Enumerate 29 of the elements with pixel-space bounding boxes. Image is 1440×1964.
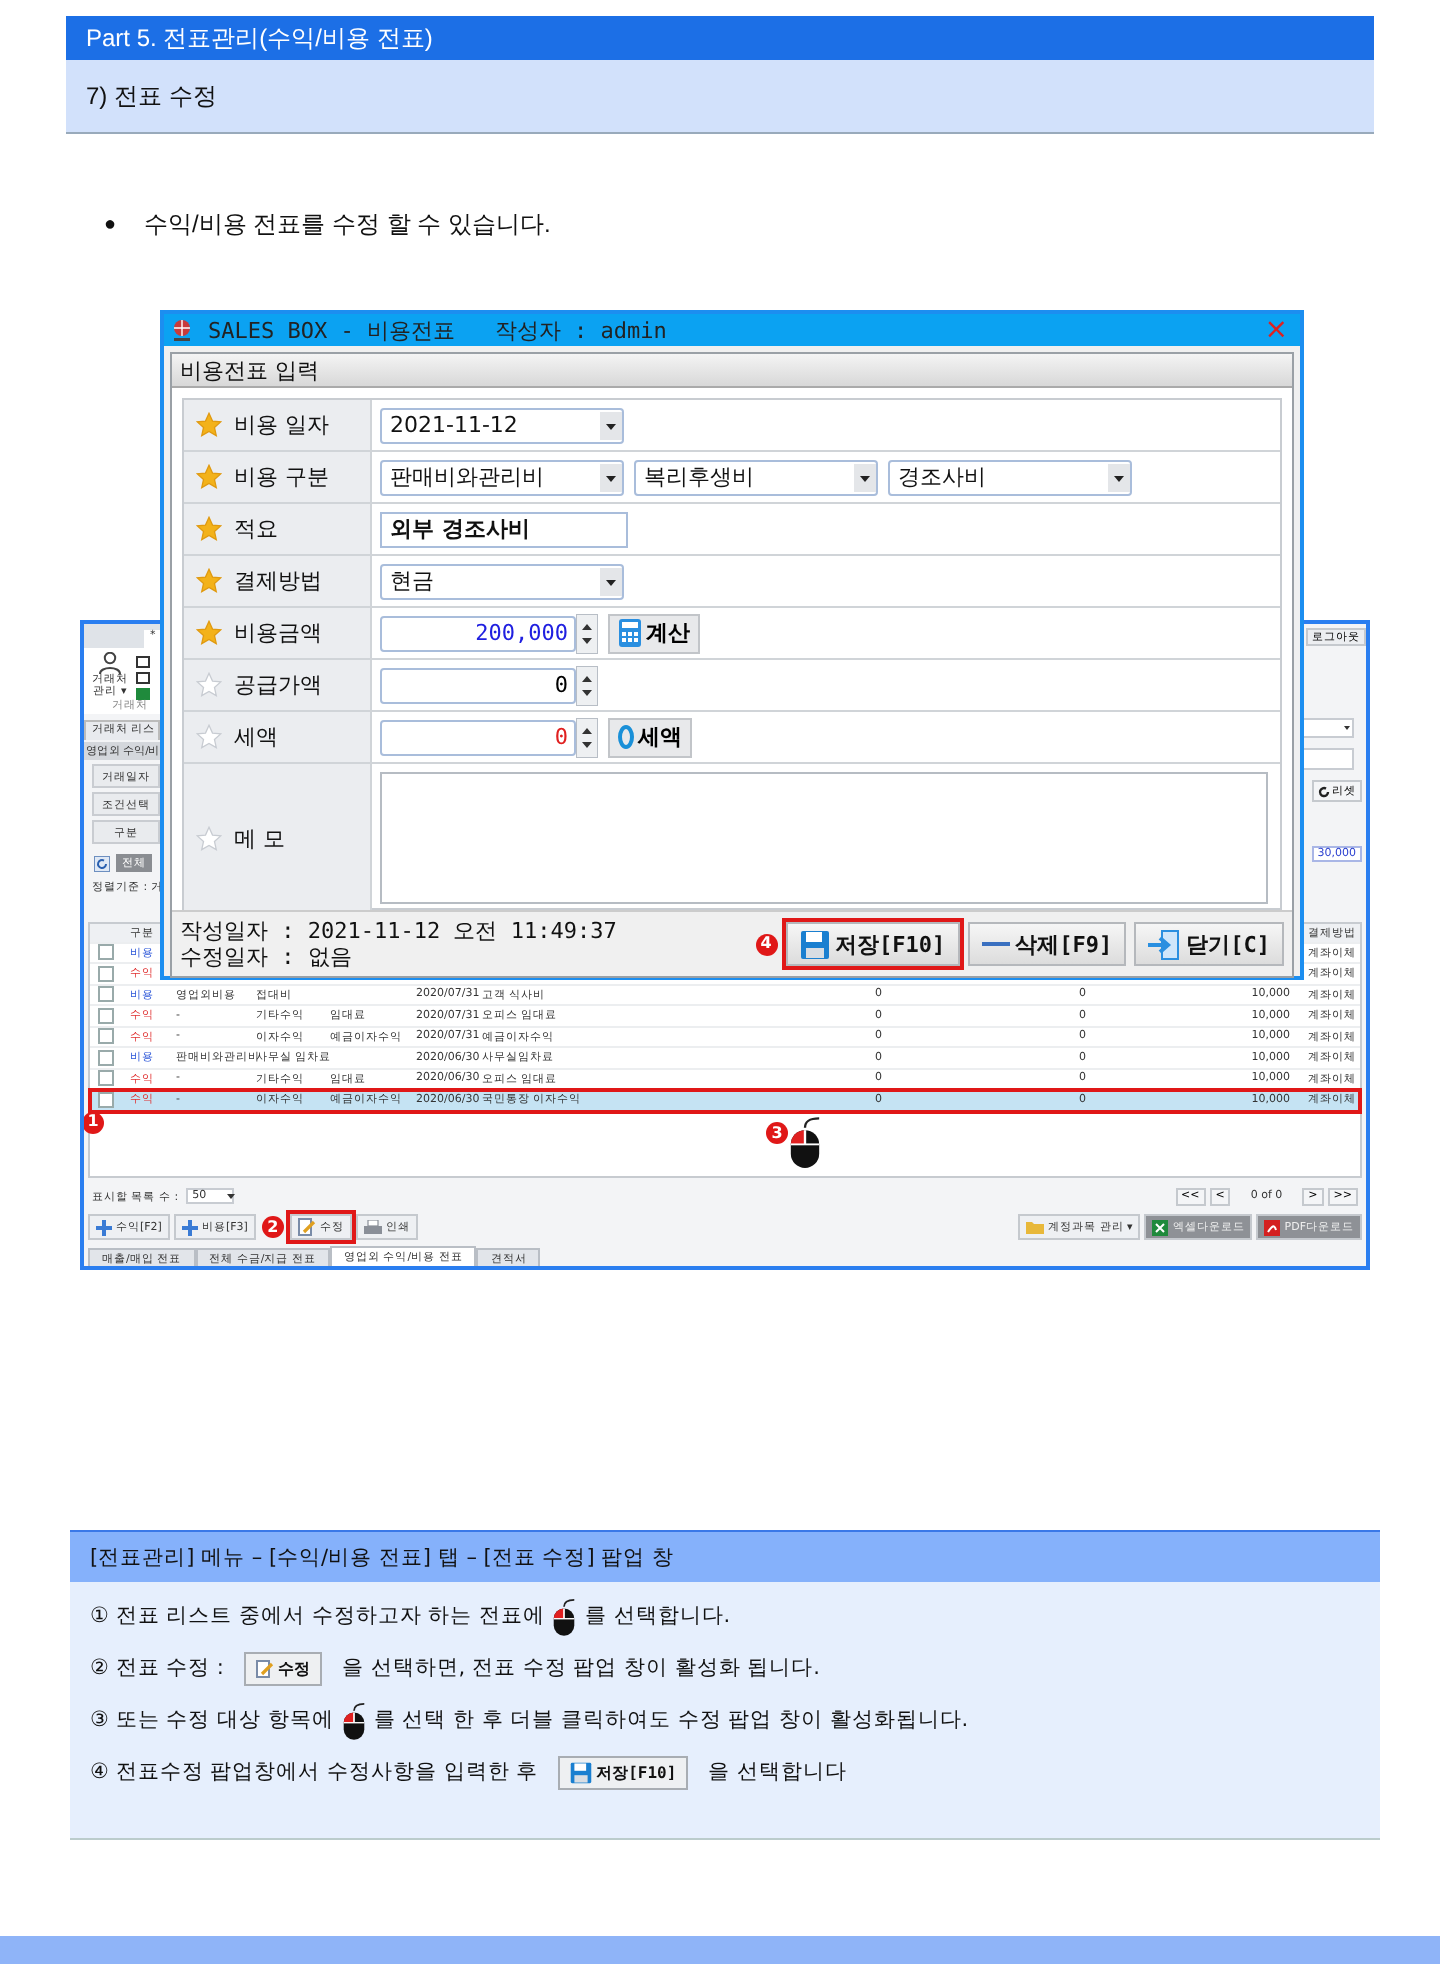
field-label: 결제방법 — [234, 566, 322, 596]
window-title: SALES BOX - 비용전표 작성자 : admin — [208, 315, 669, 345]
field-label: 비용금액 — [234, 618, 322, 648]
instruction-text: ① 전표 리스트 중에서 수정하고자 하는 전표에 — [90, 1602, 545, 1630]
instruction-text: 을 선택하면, 전표 수정 팝업 창이 활성화 됩니다. — [341, 1654, 821, 1682]
section-title: 7) 전표 수정 — [66, 60, 1374, 134]
instruction-text: 을 선택합니다 — [708, 1758, 848, 1786]
number-badge: 4 — [755, 933, 777, 955]
button-image: 저장[F10] — [558, 1755, 689, 1789]
instruction-text: ④ 전표수정 팝업창에서 수정사항을 입력한 후 — [90, 1758, 539, 1786]
modified-date: 수정일자 : 없음 — [180, 944, 354, 970]
field-label: 공급가액 — [234, 670, 322, 700]
button-image: 수정 — [243, 1651, 322, 1685]
field-label: 비용 구분 — [234, 462, 329, 492]
instruction-text: 를 선택합니다. — [584, 1602, 731, 1630]
part-title-bar: Part 5. 전표관리(수익/비용 전표) — [66, 16, 1374, 60]
instruction-text: ③ 또는 수정 대상 항목에 — [90, 1706, 334, 1734]
note-title: [전표관리] 메뉴 – [수익/비용 전표] 탭 – [전표 수정] 팝업 창 — [70, 1532, 1380, 1582]
bullet-icon: ● — [104, 213, 117, 235]
field-label: 세액 — [234, 722, 278, 752]
instruction-text: 를 선택 한 후 더블 클릭하여도 수정 팝업 창이 활성화됩니다. — [373, 1706, 969, 1734]
bullet-text: 수익/비용 전표를 수정 할 수 있습니다. — [144, 207, 551, 241]
created-date: 작성일자 : 2021-11-12 오전 11:49:37 — [180, 918, 617, 944]
field-label: 적요 — [234, 514, 278, 544]
number-badge: 2 — [261, 1216, 284, 1239]
panel-title: 비용전표 입력 — [172, 354, 1292, 388]
field-label: 비용 일자 — [234, 410, 329, 440]
instruction-text: ② 전표 수정 : — [90, 1654, 224, 1682]
field-label: 메 모 — [234, 823, 285, 853]
